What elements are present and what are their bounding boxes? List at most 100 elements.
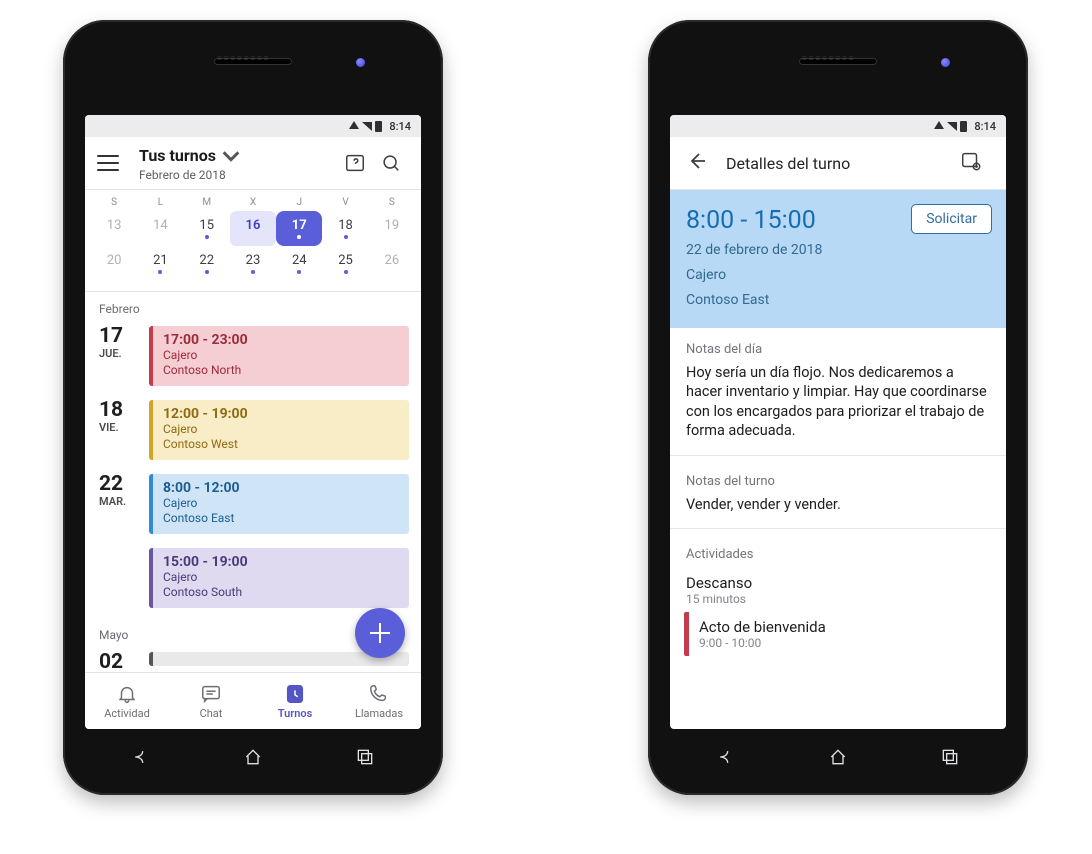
- shift-time: 17:00 - 23:00: [163, 332, 399, 348]
- day-number: 18: [99, 400, 149, 421]
- chevron-down-icon: [220, 145, 242, 167]
- page-title: Detalles del turno: [726, 154, 960, 173]
- home-icon[interactable]: [243, 747, 263, 767]
- shift-role: Cajero: [163, 422, 399, 437]
- shift-location: Contoso East: [163, 511, 399, 526]
- cal-day[interactable]: 24: [276, 246, 322, 281]
- day-dow: MAR.: [99, 495, 149, 508]
- android-nav: [670, 735, 1006, 779]
- title-dropdown[interactable]: Tus turnos: [139, 145, 337, 167]
- tab-label: Actividad: [104, 707, 150, 720]
- menu-icon[interactable]: [97, 149, 125, 177]
- activity-name: Acto de bienvenida: [699, 618, 990, 636]
- day-number: 22: [99, 474, 149, 495]
- shift-role: Cajero: [163, 348, 399, 363]
- cal-day[interactable]: 21: [137, 246, 183, 281]
- shift-row[interactable]: 18VIE.12:00 - 19:00CajeroContoso West: [85, 396, 421, 470]
- shift-hero: 8:00 - 15:00 22 de febrero de 2018 Cajer…: [670, 190, 1006, 328]
- cal-day[interactable]: 19: [369, 211, 415, 246]
- activity-name: Descanso: [686, 574, 990, 592]
- phone-left: 8:14 Tus turnos Febrero de 2018 SLMXJVS …: [63, 20, 443, 795]
- tab-label: Chat: [200, 707, 223, 720]
- day-dow: JUE.: [99, 347, 149, 360]
- month-header: Febrero: [85, 292, 421, 322]
- shift-row[interactable]: 22MAR.8:00 - 12:00CajeroContoso East: [85, 470, 421, 544]
- cal-dow: S: [369, 194, 415, 211]
- recent-icon[interactable]: [940, 747, 960, 767]
- shift-time: 12:00 - 19:00: [163, 406, 399, 422]
- cal-day[interactable]: 23: [230, 246, 276, 281]
- cal-dow: V: [322, 194, 368, 211]
- cal-dow: M: [184, 194, 230, 211]
- shift-role: Cajero: [163, 496, 399, 511]
- cal-day[interactable]: 26: [369, 246, 415, 281]
- request-button[interactable]: Solicitar: [911, 204, 992, 234]
- tab-calls[interactable]: Llamadas: [337, 673, 421, 729]
- cal-day[interactable]: 16: [230, 211, 276, 246]
- tab-label: Llamadas: [355, 707, 403, 720]
- activity-sub: 9:00 - 10:00: [699, 636, 990, 650]
- hero-date: 22 de febrero de 2018: [686, 241, 990, 260]
- cal-dow: S: [91, 194, 137, 211]
- day-number: 17: [99, 326, 149, 347]
- cal-dow: X: [230, 194, 276, 211]
- cal-day[interactable]: 22: [184, 246, 230, 281]
- cal-dow: J: [276, 194, 322, 211]
- shifts-icon: [284, 683, 306, 705]
- shift-location: Contoso West: [163, 437, 399, 452]
- section-label: Actividades: [670, 533, 1006, 568]
- shift-card[interactable]: 15:00 - 19:00CajeroContoso South: [149, 548, 409, 608]
- search-icon[interactable]: [373, 145, 409, 181]
- cal-dow: L: [137, 194, 183, 211]
- tab-bar: Actividad Chat Turnos Llamadas: [85, 672, 421, 729]
- calendar: SLMXJVS 1314151617181920212223242526: [85, 190, 421, 291]
- tab-label: Turnos: [278, 707, 312, 720]
- tab-shifts[interactable]: Turnos: [253, 673, 337, 729]
- cal-day[interactable]: 20: [91, 246, 137, 281]
- cal-day[interactable]: 13: [91, 211, 137, 246]
- tab-chat[interactable]: Chat: [169, 673, 253, 729]
- activity-sub: 15 minutos: [686, 592, 990, 606]
- help-icon[interactable]: [337, 145, 373, 181]
- shift-row[interactable]: 15:00 - 19:00CajeroContoso South: [85, 544, 421, 618]
- shift-row[interactable]: 17JUE.17:00 - 23:00CajeroContoso North: [85, 322, 421, 396]
- android-nav: [85, 735, 421, 779]
- shift-role: Cajero: [163, 570, 399, 585]
- bell-icon: [116, 683, 138, 705]
- section-label: Notas del día: [670, 328, 1006, 363]
- hero-role: Cajero: [686, 266, 990, 285]
- shift-card[interactable]: 8:00 - 12:00CajeroContoso East: [149, 474, 409, 534]
- page-title: Tus turnos: [139, 146, 216, 165]
- cal-day[interactable]: 17: [276, 211, 322, 246]
- cal-day[interactable]: 15: [184, 211, 230, 246]
- shift-card[interactable]: 12:00 - 19:00CajeroContoso West: [149, 400, 409, 460]
- home-icon[interactable]: [828, 747, 848, 767]
- activity-row[interactable]: Descanso15 minutos: [670, 568, 1006, 612]
- cal-day[interactable]: 14: [137, 211, 183, 246]
- chat-icon: [200, 683, 222, 705]
- shifts-list[interactable]: Febrero 17JUE.17:00 - 23:00CajeroContoso…: [85, 291, 421, 672]
- cal-day[interactable]: 25: [322, 246, 368, 281]
- shift-time: 8:00 - 12:00: [163, 480, 399, 496]
- shift-notes: Vender, vender y vender.: [670, 495, 1006, 525]
- shift-card[interactable]: 17:00 - 23:00CajeroContoso North: [149, 326, 409, 386]
- day-number: 02: [99, 652, 149, 670]
- recent-icon[interactable]: [355, 747, 375, 767]
- status-clock: 8:14: [974, 120, 996, 133]
- appbar: Detalles del turno: [670, 137, 1006, 190]
- day-notes: Hoy sería un día flojo. Nos dedicaremos …: [670, 363, 1006, 451]
- section-label: Notas del turno: [670, 460, 1006, 495]
- back-icon[interactable]: [716, 747, 736, 767]
- back-button[interactable]: [684, 149, 708, 177]
- activity-row[interactable]: Acto de bienvenida9:00 - 10:00: [684, 612, 1006, 656]
- cal-day[interactable]: 18: [322, 211, 368, 246]
- share-icon[interactable]: [960, 150, 992, 176]
- status-clock: 8:14: [389, 120, 411, 133]
- day-dow: VIE.: [99, 421, 149, 434]
- shift-location: Contoso North: [163, 363, 399, 378]
- tab-activity[interactable]: Actividad: [85, 673, 169, 729]
- add-button[interactable]: [355, 608, 405, 658]
- back-icon[interactable]: [131, 747, 151, 767]
- phone-right: 8:14 Detalles del turno 8:00 - 15:00 22 …: [648, 20, 1028, 795]
- shift-time: 15:00 - 19:00: [163, 554, 399, 570]
